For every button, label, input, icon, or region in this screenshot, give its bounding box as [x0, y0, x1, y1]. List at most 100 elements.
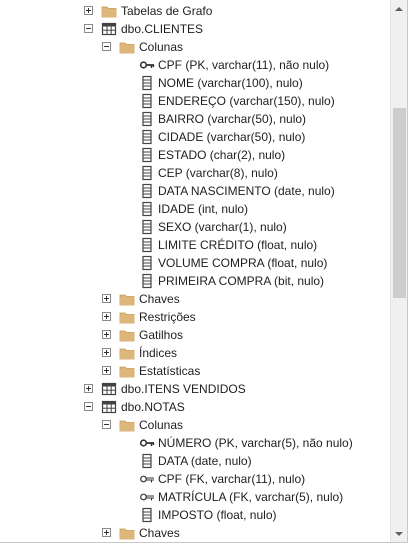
- foreign-key-icon: [139, 471, 155, 487]
- tree-node[interactable]: NÚMERO (PK, varchar(5), não nulo): [0, 434, 390, 452]
- primary-key-icon: [139, 57, 155, 73]
- tree-node[interactable]: CEP (varchar(8), nulo): [0, 164, 390, 182]
- column-icon: [139, 165, 155, 181]
- expand-plus-icon[interactable]: [102, 294, 111, 303]
- column-icon: [139, 453, 155, 469]
- collapse-minus-icon[interactable]: [102, 42, 111, 51]
- tree-node-label: dbo.NOTAS: [121, 400, 185, 414]
- tree-node-label: IDADE (int, nulo): [158, 202, 249, 216]
- tree-node-label: CPF (FK, varchar(11), nulo): [158, 472, 306, 486]
- tree-node-label: Chaves: [139, 292, 180, 306]
- tree-node-label: SEXO (varchar(1), nulo): [158, 220, 287, 234]
- expand-plus-icon[interactable]: [102, 528, 111, 537]
- folder-icon: [119, 345, 135, 361]
- tree-node-label: NOME (varchar(100), nulo): [158, 76, 303, 90]
- column-icon: [139, 273, 155, 289]
- tree-node[interactable]: dbo.ITENS VENDIDOS: [0, 380, 390, 398]
- expand-plus-icon[interactable]: [84, 6, 93, 15]
- tree-node[interactable]: Índices: [0, 344, 390, 362]
- column-icon: [139, 147, 155, 163]
- expand-plus-icon[interactable]: [102, 330, 111, 339]
- tree-node[interactable]: Restrições: [0, 308, 390, 326]
- tree-node[interactable]: ESTADO (char(2), nulo): [0, 146, 390, 164]
- tree-node[interactable]: Estatísticas: [0, 362, 390, 380]
- tree-node-label: Colunas: [139, 40, 184, 54]
- folder-icon: [119, 309, 135, 325]
- column-icon: [139, 75, 155, 91]
- tree-node-label: MATRÍCULA (FK, varchar(5), nulo): [158, 490, 344, 504]
- tree-node[interactable]: ENDEREÇO (varchar(150), nulo): [0, 92, 390, 110]
- table-icon: [101, 21, 117, 37]
- tree-node-label: IMPOSTO (float, nulo): [158, 508, 277, 522]
- tree-node[interactable]: Chaves: [0, 290, 390, 308]
- tree-node[interactable]: CIDADE (varchar(50), nulo): [0, 128, 390, 146]
- tree-node-label: DATA NASCIMENTO (date, nulo): [158, 184, 335, 198]
- tree-node[interactable]: MATRÍCULA (FK, varchar(5), nulo): [0, 488, 390, 506]
- tree-node[interactable]: CPF (FK, varchar(11), nulo): [0, 470, 390, 488]
- tree-node-label: dbo.ITENS VENDIDOS: [121, 382, 246, 396]
- object-explorer-tree: Tabelas de Grafo dbo.CLIENTES Colunas CPF (…: [0, 2, 390, 542]
- collapse-minus-icon[interactable]: [84, 402, 93, 411]
- collapse-minus-icon[interactable]: [102, 420, 111, 429]
- tree-node-label: Chaves: [139, 526, 180, 540]
- collapse-minus-icon[interactable]: [84, 24, 93, 33]
- expand-plus-icon[interactable]: [102, 348, 111, 357]
- tree-node[interactable]: VOLUME COMPRA (float, nulo): [0, 254, 390, 272]
- table-icon: [101, 381, 117, 397]
- column-icon: [139, 111, 155, 127]
- tree-node[interactable]: SEXO (varchar(1), nulo): [0, 218, 390, 236]
- tree-node[interactable]: Colunas: [0, 416, 390, 434]
- column-icon: [139, 183, 155, 199]
- tree-node[interactable]: CPF (PK, varchar(11), não nulo): [0, 56, 390, 74]
- tree-node-label: DATA (date, nulo): [158, 454, 252, 468]
- column-icon: [139, 201, 155, 217]
- folder-icon: [119, 327, 135, 343]
- expand-plus-icon[interactable]: [84, 384, 93, 393]
- tree-node-label: Tabelas de Grafo: [121, 4, 213, 18]
- tree-node-label: PRIMEIRA COMPRA (bit, nulo): [158, 274, 325, 288]
- tree-node-label: ESTADO (char(2), nulo): [158, 148, 286, 162]
- tree-node[interactable]: Colunas: [0, 38, 390, 56]
- vertical-scrollbar[interactable]: [390, 0, 407, 542]
- tree-node-label: dbo.CLIENTES: [121, 22, 204, 36]
- scroll-up-arrow-icon[interactable]: [391, 0, 407, 17]
- tree-node-label: NÚMERO (PK, varchar(5), não nulo): [158, 436, 353, 450]
- column-icon: [139, 129, 155, 145]
- tree-node[interactable]: Chaves: [0, 524, 390, 542]
- folder-icon: [101, 3, 117, 19]
- scroll-down-arrow-icon[interactable]: [391, 526, 407, 542]
- tree-node[interactable]: LIMITE CRÉDITO (float, nulo): [0, 236, 390, 254]
- scrollbar-thumb[interactable]: [393, 108, 406, 298]
- tree-node[interactable]: IMPOSTO (float, nulo): [0, 506, 390, 524]
- tree-node[interactable]: Tabelas de Grafo: [0, 2, 390, 20]
- tree-node-label: LIMITE CRÉDITO (float, nulo): [158, 238, 318, 252]
- column-icon: [139, 219, 155, 235]
- column-icon: [139, 237, 155, 253]
- object-explorer-panel: Tabelas de Grafo dbo.CLIENTES Colunas CPF (…: [0, 0, 408, 543]
- tree-node[interactable]: BAIRRO (varchar(50), nulo): [0, 110, 390, 128]
- tree-node[interactable]: PRIMEIRA COMPRA (bit, nulo): [0, 272, 390, 290]
- tree-node-label: Gatilhos: [139, 328, 184, 342]
- primary-key-icon: [139, 435, 155, 451]
- tree-node[interactable]: DATA NASCIMENTO (date, nulo): [0, 182, 390, 200]
- expand-plus-icon[interactable]: [102, 366, 111, 375]
- column-icon: [139, 255, 155, 271]
- expand-plus-icon[interactable]: [102, 312, 111, 321]
- table-icon: [101, 399, 117, 415]
- tree-node[interactable]: dbo.NOTAS: [0, 398, 390, 416]
- column-icon: [139, 507, 155, 523]
- folder-icon: [119, 39, 135, 55]
- folder-icon: [119, 291, 135, 307]
- tree-node-label: Colunas: [139, 418, 184, 432]
- tree-node[interactable]: Gatilhos: [0, 326, 390, 344]
- tree-node-label: CEP (varchar(8), nulo): [158, 166, 278, 180]
- folder-icon: [119, 525, 135, 541]
- tree-node[interactable]: IDADE (int, nulo): [0, 200, 390, 218]
- tree-node-label: CIDADE (varchar(50), nulo): [158, 130, 306, 144]
- tree-node[interactable]: dbo.CLIENTES: [0, 20, 390, 38]
- tree-node[interactable]: DATA (date, nulo): [0, 452, 390, 470]
- folder-icon: [119, 363, 135, 379]
- folder-icon: [119, 417, 135, 433]
- tree-node-label: CPF (PK, varchar(11), não nulo): [158, 58, 330, 72]
- tree-node[interactable]: NOME (varchar(100), nulo): [0, 74, 390, 92]
